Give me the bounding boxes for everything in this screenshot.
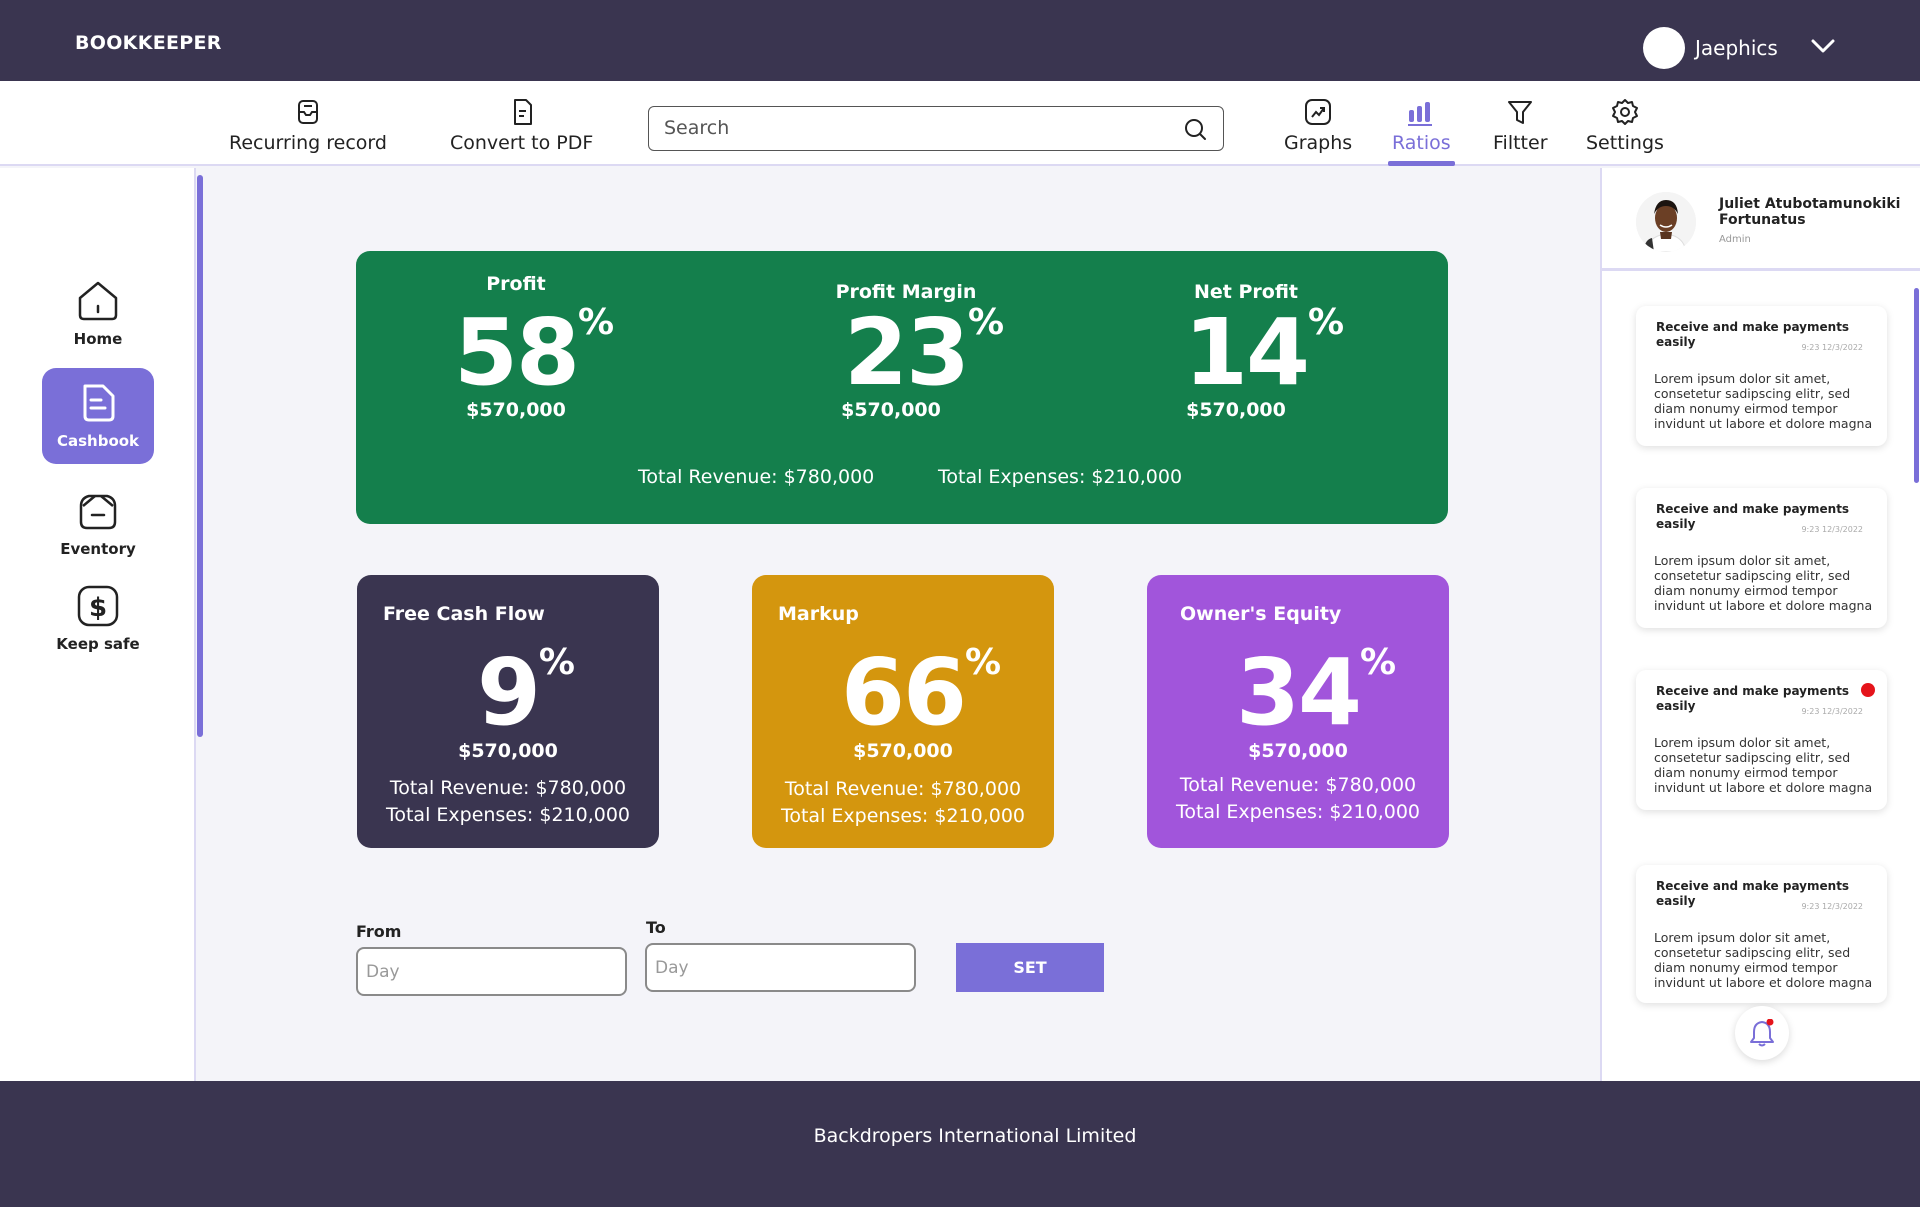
brand-logo: BOOKKEEPER: [75, 32, 222, 54]
tab-graphs-label: Graphs: [1284, 132, 1353, 154]
total-expenses: Total Expenses: $210,000: [938, 466, 1183, 488]
card-value: 66%: [840, 639, 1002, 746]
card-amount: $570,000: [1248, 740, 1348, 762]
avatar[interactable]: [1636, 192, 1696, 252]
set-button[interactable]: SET: [956, 943, 1104, 992]
card-total-expenses: Total Expenses: $210,000: [385, 804, 631, 826]
filter-icon: [1508, 101, 1533, 124]
dollar-icon: $: [77, 585, 119, 627]
tab-settings[interactable]: Settings: [1586, 81, 1664, 166]
card-total-revenue: Total Revenue: $780,000: [784, 778, 1022, 800]
to-date-input[interactable]: [645, 943, 916, 992]
notification-card[interactable]: Receive and make payments easily 9:23 12…: [1636, 488, 1887, 628]
card-title: Free Cash Flow: [383, 603, 545, 625]
sidebar-item-keep-safe[interactable]: $ Keep safe: [42, 583, 154, 653]
notification-body: Lorem ipsum dolor sit amet, consetetur s…: [1654, 930, 1873, 990]
sidebar-item-label: Keep safe: [56, 635, 140, 653]
card-amount: $570,000: [853, 740, 953, 762]
document-icon: [83, 384, 115, 422]
avatar[interactable]: [1643, 27, 1685, 69]
sidebar-item-cashbook[interactable]: Cashbook: [42, 368, 154, 464]
user-menu[interactable]: Jaephics: [1643, 27, 1778, 69]
sidebar-item-home[interactable]: Home: [42, 278, 154, 348]
chevron-down-icon[interactable]: [1811, 38, 1835, 54]
notification-time: 9:23 12/3/2022: [1801, 902, 1863, 911]
metric-value: 14%: [1183, 299, 1345, 406]
sidebar-item-label: Eventory: [60, 540, 136, 558]
sidebar-item-eventory[interactable]: Eventory: [42, 488, 154, 558]
card-total-expenses: Total Expenses: $210,000: [1175, 801, 1421, 823]
card-free-cash-flow: Free Cash Flow 9% $570,000 Total Revenue…: [357, 575, 659, 848]
notification-card[interactable]: Receive and make payments easily 9:23 12…: [1636, 865, 1887, 1003]
metric-value: 58%: [453, 299, 615, 406]
ratio-summary-card: Profit 58% $570,000 Profit Margin 23% $5…: [356, 251, 1448, 524]
card-title: Markup: [778, 603, 859, 625]
notification-time: 9:23 12/3/2022: [1801, 343, 1863, 352]
convert-pdf-label: Convert to PDF: [450, 132, 594, 154]
tab-filter-label: Filtter: [1493, 132, 1548, 154]
box-icon: [79, 494, 117, 530]
chart-icon: [1305, 99, 1332, 125]
card-amount: $570,000: [458, 740, 558, 762]
bar-chart-icon: [1408, 102, 1433, 126]
metric-net-profit: Net Profit 14% $570,000: [1096, 281, 1396, 421]
search-icon[interactable]: [1183, 117, 1207, 141]
user-name[interactable]: Jaephics: [1695, 36, 1778, 60]
tab-ratios[interactable]: Ratios: [1388, 81, 1455, 166]
card-total-revenue: Total Revenue: $780,000: [1179, 774, 1417, 796]
footer: Backdropers International Limited: [0, 1081, 1920, 1207]
to-label: To: [646, 918, 666, 937]
metric-value: 23%: [843, 299, 1005, 406]
recurring-record-label: Recurring record: [229, 132, 387, 154]
sidebar-scrollbar[interactable]: [197, 175, 203, 737]
notification-body: Lorem ipsum dolor sit amet, consetetur s…: [1654, 371, 1873, 431]
profile-name: Juliet Atubotamunokiki Fortunatus: [1719, 196, 1901, 228]
svg-text:$: $: [89, 593, 107, 623]
footer-text: Backdropers International Limited: [813, 1125, 1137, 1147]
recurring-record-button[interactable]: Recurring record: [229, 81, 387, 166]
notification-body: Lorem ipsum dolor sit amet, consetetur s…: [1654, 553, 1873, 613]
card-value: 9%: [476, 639, 575, 746]
notification-body: Lorem ipsum dolor sit amet, consetetur s…: [1654, 735, 1873, 795]
convert-pdf-button[interactable]: Convert to PDF: [450, 81, 593, 166]
unread-dot: [1861, 683, 1875, 697]
metric-profit: Profit 58% $570,000: [396, 273, 636, 421]
total-revenue: Total Revenue: $780,000: [638, 466, 875, 488]
from-label: From: [356, 922, 402, 941]
sidebar: Home Cashbook Eventory $ Keep safe: [0, 168, 196, 1081]
toolbar: Recurring record Convert to PDF Graphs R…: [0, 81, 1920, 166]
top-bar: BOOKKEEPER Jaephics: [0, 0, 1920, 81]
tab-graphs[interactable]: Graphs: [1284, 81, 1352, 166]
home-icon: [78, 281, 118, 321]
search-input[interactable]: [649, 107, 1149, 149]
notification-time: 9:23 12/3/2022: [1801, 707, 1863, 716]
sidebar-item-label: Home: [73, 330, 123, 348]
right-panel-scrollbar[interactable]: [1914, 288, 1919, 483]
metric-title: Profit: [486, 273, 546, 295]
bell-icon: [1750, 1019, 1774, 1047]
search-box[interactable]: [648, 106, 1224, 151]
card-total-expenses: Total Expenses: $210,000: [780, 805, 1026, 827]
sidebar-item-label: Cashbook: [56, 432, 140, 450]
notifications-button[interactable]: [1735, 1006, 1789, 1060]
card-total-revenue: Total Revenue: $780,000: [389, 777, 627, 799]
profile-photo: [1636, 192, 1696, 252]
notification-card[interactable]: Receive and make payments easily 9:23 12…: [1636, 670, 1887, 810]
gear-icon: [1611, 99, 1638, 125]
card-title: Owner's Equity: [1180, 603, 1342, 625]
tab-filter[interactable]: Filtter: [1493, 81, 1548, 166]
card-owners-equity: Owner's Equity 34% $570,000 Total Revenu…: [1147, 575, 1449, 848]
tab-settings-label: Settings: [1586, 132, 1664, 154]
from-date-input[interactable]: [356, 947, 627, 996]
tab-ratios-label: Ratios: [1392, 132, 1451, 154]
document-icon: [513, 99, 532, 125]
profile-header: Juliet Atubotamunokiki Fortunatus Admin: [1602, 168, 1920, 271]
notification-card[interactable]: Receive and make payments easily 9:23 12…: [1636, 306, 1887, 446]
card-markup: Markup 66% $570,000 Total Revenue: $780,…: [752, 575, 1054, 848]
metric-profit-margin: Profit Margin 23% $570,000: [756, 281, 1056, 421]
notification-time: 9:23 12/3/2022: [1801, 525, 1863, 534]
profile-role: Admin: [1719, 234, 1751, 245]
inbox-icon: [297, 100, 318, 124]
card-value: 34%: [1235, 639, 1397, 746]
